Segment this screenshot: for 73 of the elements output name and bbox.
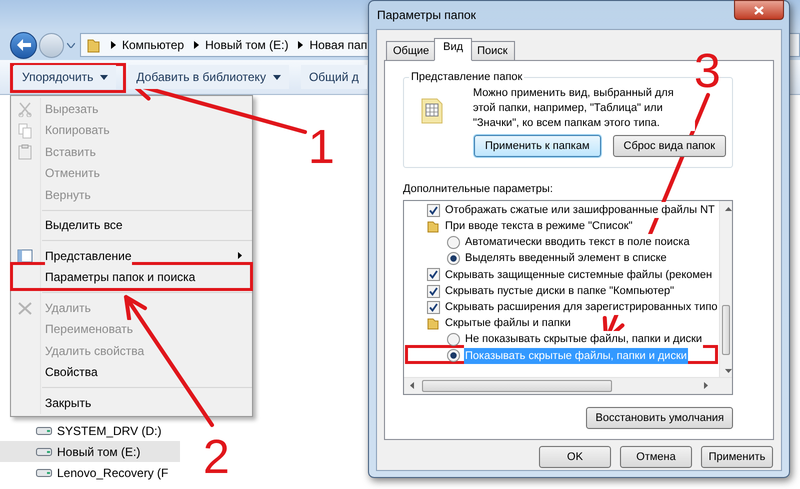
folder-icon (427, 219, 440, 234)
push-button[interactable]: Восстановить умолчания (586, 407, 733, 429)
menu-item[interactable]: Выделить все (11, 214, 252, 236)
tab[interactable]: Общие (386, 41, 436, 60)
vertical-scrollbar[interactable] (718, 201, 732, 377)
checkbox[interactable] (427, 284, 440, 298)
step-number: 2 (203, 436, 230, 480)
drive-icon (36, 446, 52, 456)
copy-icon (17, 122, 33, 138)
push-button[interactable]: Применить к папкам (474, 135, 601, 157)
scroll-up-icon (724, 207, 732, 211)
window-title: Параметры папок (377, 7, 476, 24)
folder-icon (87, 37, 101, 53)
option-label[interactable]: Выделять введенный элемент в списке (464, 250, 668, 267)
step-number: 1 (308, 126, 335, 170)
chevron-icon (298, 41, 304, 49)
option-label[interactable]: Автоматически вводить текст в поле поиска (464, 234, 691, 251)
breadcrumb-item[interactable]: Новый том (E:) (205, 36, 288, 54)
scroll-right-icon (704, 382, 708, 389)
description-text: Можно применить вид, выбранный для этой папки, например, "Таблица" или "Значки", ко всем папкам этого типа. (473, 86, 695, 131)
scroll-thumb[interactable] (422, 380, 612, 392)
history-dropdown[interactable] (66, 40, 76, 50)
folder-icon (427, 316, 440, 330)
menu-item[interactable]: Закрыть (11, 392, 252, 414)
back-button[interactable] (10, 32, 37, 58)
chevron-icon (111, 41, 116, 49)
navigation-item[interactable]: Lenovo_Recovery (F (0, 462, 180, 483)
checkbox[interactable] (427, 300, 440, 314)
menu-item[interactable]: Представление (11, 245, 252, 266)
checkbox[interactable] (427, 204, 440, 217)
drive-icon (36, 426, 52, 436)
folder-view-icon (421, 98, 443, 124)
tab[interactable]: Поиск (470, 41, 515, 60)
push-button[interactable]: Отмена (620, 446, 692, 468)
close-button[interactable] (734, 0, 784, 20)
navigation-item[interactable]: SYSTEM_DRV (D:) (0, 420, 180, 441)
pane-layout-icon (17, 248, 33, 264)
toolbar-button[interactable]: Упорядочить (14, 65, 116, 89)
tab[interactable]: Вид (434, 38, 472, 61)
drive-icon (36, 468, 52, 478)
breadcrumb-item[interactable]: Компьютер (122, 36, 184, 54)
group-legend: Представление папок (409, 70, 524, 84)
toolbar-button[interactable]: Добавить в библиотеку (128, 65, 289, 89)
delete-icon (17, 300, 33, 316)
option-label[interactable]: Скрывать пустые диски в папке "Компьютер" (444, 282, 676, 300)
scroll-thumb[interactable] (722, 305, 730, 355)
menu-item[interactable]: Свойства (11, 362, 252, 383)
breadcrumb-item[interactable]: Новая пап (309, 36, 368, 54)
option-label[interactable]: Не показывать скрытые файлы, папки и диски (464, 331, 704, 348)
option-label[interactable]: Скрывать защищенные системные файлы (рекомен (444, 266, 714, 284)
close-icon (754, 6, 764, 14)
radio-button[interactable] (447, 236, 460, 249)
navigation-item[interactable]: Новый том (E:) (0, 441, 180, 462)
clipboard-icon (17, 144, 33, 160)
option-label[interactable]: Скрывать расширения для зарегистрированных типо (444, 298, 719, 316)
push-button[interactable]: OK (539, 446, 611, 468)
scroll-down-icon (724, 369, 732, 373)
toolbar-button[interactable]: Общий д (300, 65, 367, 89)
chevron-icon (194, 41, 200, 49)
radio-button[interactable] (447, 252, 460, 266)
scroll-left-icon (410, 382, 414, 389)
back-arrow-icon (16, 39, 30, 51)
push-button[interactable]: Применить (701, 446, 773, 468)
step-number: 3 (694, 50, 721, 94)
checkbox[interactable] (427, 268, 440, 282)
horizontal-scrollbar[interactable] (404, 377, 732, 394)
radio-button[interactable] (447, 349, 460, 362)
radio-button[interactable] (447, 333, 460, 346)
push-button[interactable]: Сброс вида папок (612, 135, 726, 157)
scissors-icon (17, 101, 33, 117)
option-label[interactable]: Отображать сжатые или зашифрованные файлы NT (444, 202, 716, 218)
section-label: Дополнительные параметры: (403, 182, 553, 196)
caret-icon (67, 42, 75, 48)
